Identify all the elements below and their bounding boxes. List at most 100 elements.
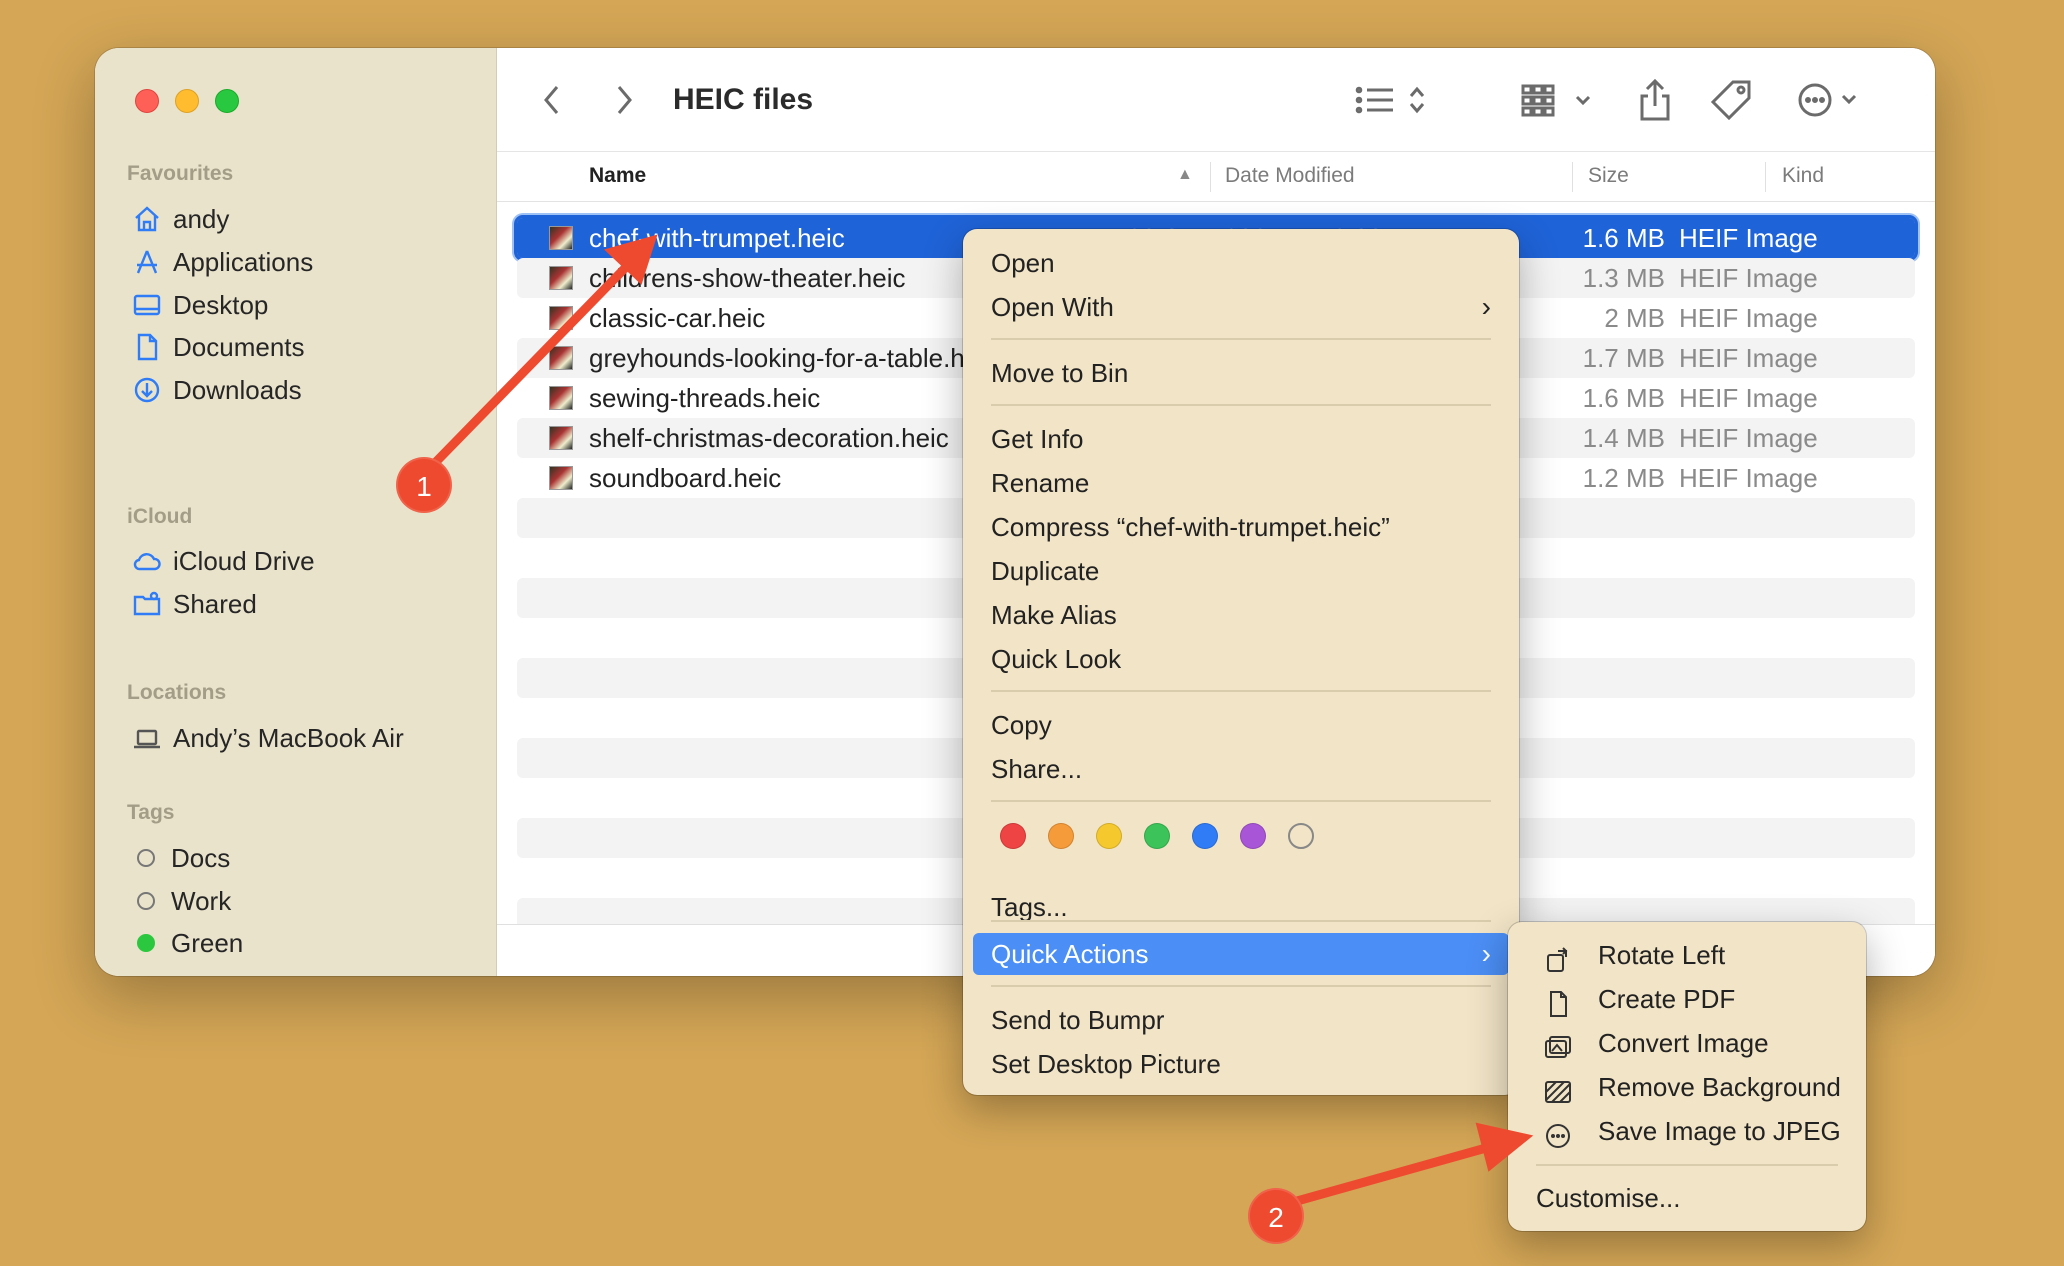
image-thumbnail <box>549 466 573 490</box>
file-size: 1.4 MB <box>1582 422 1665 453</box>
sidebar-item-shared[interactable]: Shared <box>129 581 257 627</box>
view-options-button[interactable] <box>1355 78 1435 122</box>
column-date-modified[interactable]: Date Modified <box>1225 164 1355 188</box>
column-size[interactable]: Size <box>1588 164 1629 188</box>
file-name: classic-car.heic <box>589 302 766 333</box>
remove-background-icon <box>1544 1075 1572 1103</box>
menu-item-convert-image[interactable]: Convert Image <box>1518 1022 1856 1064</box>
minimize-window-button[interactable] <box>175 89 199 113</box>
close-window-button[interactable] <box>135 89 159 113</box>
column-header: Name ▲ Date Modified Size Kind <box>497 152 1935 202</box>
shared-folder-icon <box>129 588 165 620</box>
share-button[interactable] <box>1635 78 1675 122</box>
menu-item-send-to-bumpr[interactable]: Send to Bumpr <box>973 999 1509 1041</box>
tag-color-dot[interactable] <box>1192 823 1218 849</box>
sidebar-item-tag-docs[interactable]: Docs <box>129 835 230 881</box>
sidebar-item-tag-green[interactable]: Green <box>129 920 243 966</box>
image-thumbnail <box>549 226 573 250</box>
sidebar-section-locations: Locations <box>127 681 227 704</box>
menu-item-get-info[interactable]: Get Info <box>973 418 1509 460</box>
sort-ascending-icon[interactable]: ▲ <box>1177 166 1193 184</box>
toolbar: HEIC files <box>497 48 1935 152</box>
cloud-icon <box>129 545 165 577</box>
menu-item-make-alias[interactable]: Make Alias <box>973 594 1509 636</box>
forward-button[interactable] <box>609 78 639 122</box>
image-thumbnail <box>549 306 573 330</box>
sidebar: Favourites andy Applications Desktop Doc… <box>95 48 497 976</box>
menu-item-customise[interactable]: Customise... <box>1518 1177 1856 1219</box>
sidebar-item-desktop[interactable]: Desktop <box>129 282 268 328</box>
sidebar-item-applications[interactable]: Applications <box>129 239 313 285</box>
menu-item-set-desktop-picture[interactable]: Set Desktop Picture <box>973 1043 1509 1085</box>
tag-button[interactable] <box>1709 78 1753 122</box>
menu-item-quick-actions[interactable]: Quick Actions › <box>973 933 1509 975</box>
menu-item-move-to-bin[interactable]: Move to Bin <box>973 352 1509 394</box>
tag-circle-icon <box>137 892 155 910</box>
chevron-right-icon: › <box>1481 938 1491 969</box>
tag-color-dot[interactable] <box>1048 823 1074 849</box>
menu-item-create-pdf[interactable]: Create PDF <box>1518 978 1856 1020</box>
menu-item-remove-background[interactable]: Remove Background <box>1518 1066 1856 1108</box>
menu-item-share[interactable]: Share... <box>973 748 1509 790</box>
menu-item-rename[interactable]: Rename <box>973 462 1509 504</box>
back-button[interactable] <box>537 78 567 122</box>
sidebar-item-icloud-drive[interactable]: iCloud Drive <box>129 538 315 584</box>
sidebar-item-macbook[interactable]: Andy’s MacBook Air <box>129 715 404 761</box>
context-menu: Open Open With › Move to Bin Get Info Re… <box>963 229 1519 1095</box>
convert-image-icon <box>1544 1031 1572 1058</box>
image-thumbnail <box>549 426 573 450</box>
file-name: chef-with-trumpet.heic <box>589 222 845 253</box>
menu-item-save-image-to-jpeg[interactable]: Save Image to JPEG <box>1518 1110 1856 1152</box>
zoom-window-button[interactable] <box>215 89 239 113</box>
grid-icon <box>1521 84 1591 117</box>
column-name[interactable]: Name <box>589 164 646 188</box>
sidebar-item-label: Docs <box>171 842 231 873</box>
quick-actions-submenu: Rotate Left Create PDF Convert Image Rem… <box>1508 922 1866 1231</box>
menu-item-open-with[interactable]: Open With › <box>973 286 1509 328</box>
sidebar-item-andy[interactable]: andy <box>129 196 229 242</box>
sidebar-item-downloads[interactable]: Downloads <box>129 367 302 413</box>
tag-color-dot[interactable] <box>1096 823 1122 849</box>
column-kind[interactable]: Kind <box>1782 164 1824 188</box>
file-size: 1.3 MB <box>1582 262 1665 293</box>
file-name: soundboard.heic <box>589 462 782 493</box>
menu-item-duplicate[interactable]: Duplicate <box>973 550 1509 592</box>
file-name: greyhounds-looking-for-a-table.heic <box>589 342 999 373</box>
menu-item-rotate-left[interactable]: Rotate Left <box>1518 934 1856 976</box>
tag-color-dot[interactable] <box>1288 823 1314 849</box>
more-actions-button[interactable] <box>1797 78 1867 122</box>
group-button[interactable] <box>1521 78 1597 122</box>
menu-item-quick-look[interactable]: Quick Look <box>973 638 1509 680</box>
tag-color-dot[interactable] <box>1240 823 1266 849</box>
tag-icon <box>1710 80 1751 121</box>
arrow-2-line <box>1285 1143 1491 1208</box>
file-kind: HEIF Image <box>1679 302 1818 333</box>
image-thumbnail <box>549 266 573 290</box>
step-badge-1: 1 <box>396 457 452 513</box>
ellipsis-circle-icon <box>1544 1119 1572 1148</box>
menu-item-label: Remove Background <box>1598 1072 1841 1102</box>
menu-item-label: Rotate Left <box>1598 940 1726 970</box>
tag-color-dot[interactable] <box>1144 823 1170 849</box>
list-view-icon <box>1355 86 1425 114</box>
file-size: 1.2 MB <box>1582 462 1665 493</box>
menu-item-copy[interactable]: Copy <box>973 704 1509 746</box>
sidebar-item-documents[interactable]: Documents <box>129 324 305 370</box>
desktop-icon <box>129 289 165 321</box>
menu-item-label: Save Image to JPEG <box>1598 1116 1841 1146</box>
download-icon <box>129 374 165 406</box>
share-icon <box>1640 78 1670 121</box>
file-size: 1.7 MB <box>1582 342 1665 373</box>
menu-item-open[interactable]: Open <box>973 242 1509 284</box>
file-kind: HEIF Image <box>1679 342 1818 373</box>
sidebar-item-tag-work[interactable]: Work <box>129 878 231 924</box>
sidebar-item-label: Andy’s MacBook Air <box>173 722 404 753</box>
file-kind: HEIF Image <box>1679 382 1818 413</box>
file-name: childrens-show-theater.heic <box>589 262 906 293</box>
rotate-left-icon <box>1544 943 1572 972</box>
menu-item-compress[interactable]: Compress “chef-with-trumpet.heic” <box>973 506 1509 548</box>
laptop-icon <box>129 722 165 754</box>
sidebar-section-favourites: Favourites <box>127 162 234 185</box>
file-name: sewing-threads.heic <box>589 382 821 413</box>
tag-color-dot[interactable] <box>1000 823 1026 849</box>
